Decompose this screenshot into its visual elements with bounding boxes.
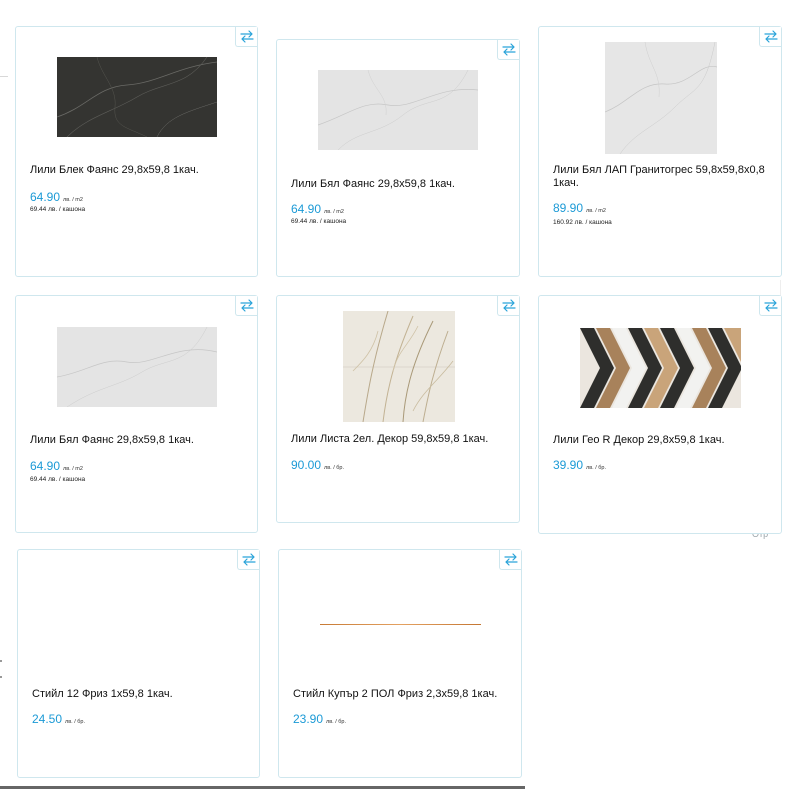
compare-arrows-icon xyxy=(501,43,516,56)
compare-arrows-icon xyxy=(239,30,254,43)
product-price: 64.90 лв. / m2 xyxy=(291,202,344,216)
product-title[interactable]: Стийл Купър 2 ПОЛ Фриз 2,3x59,8 1кач. xyxy=(293,688,509,701)
product-image[interactable] xyxy=(57,327,217,407)
product-price: 64.90 лв. / m2 xyxy=(30,190,83,204)
product-card[interactable]: Лили Бял ЛАП Гранитогрес 59,8x59,8x0,8 1… xyxy=(538,26,782,277)
box-price: 69.44 лв. / кашона xyxy=(30,476,86,483)
product-title[interactable]: Лили Бял Фаянс 29,8x59,8 1кач. xyxy=(291,178,507,191)
compare-button[interactable] xyxy=(499,550,521,570)
product-title[interactable]: Лили Блек Фаянс 29,8x59,8 1кач. xyxy=(30,164,245,177)
compare-button[interactable] xyxy=(497,40,519,60)
box-price: 69.44 лв. / кашона xyxy=(291,218,347,225)
compare-button[interactable] xyxy=(497,296,519,316)
compare-button[interactable] xyxy=(759,296,781,316)
product-card[interactable]: Стийл Купър 2 ПОЛ Фриз 2,3x59,8 1кач. 23… xyxy=(278,549,522,778)
product-title[interactable]: Лили Гео R Декор 29,8x59,8 1кач. xyxy=(553,434,769,447)
price-value: 90.00 xyxy=(291,458,322,472)
compare-arrows-icon xyxy=(503,553,518,566)
product-image[interactable] xyxy=(57,57,217,137)
product-price: 39.90 лв. / бр. xyxy=(553,458,606,472)
price-unit: лв. / m2 xyxy=(586,208,606,214)
product-price: 90.00 лв. / бр. xyxy=(291,458,344,472)
edge-dot xyxy=(0,660,2,662)
product-image[interactable] xyxy=(580,328,741,408)
edge-divider xyxy=(0,76,8,77)
compare-button[interactable] xyxy=(235,27,257,47)
price-value: 39.90 xyxy=(553,458,584,472)
price-value: 64.90 xyxy=(291,202,322,216)
product-card[interactable]: Лили Гео R Декор 29,8x59,8 1кач. 39.90 лв… xyxy=(538,295,782,534)
compare-arrows-icon xyxy=(241,553,256,566)
compare-arrows-icon xyxy=(501,299,516,312)
price-value: 23.90 xyxy=(293,712,324,726)
price-value: 64.90 xyxy=(30,190,61,204)
product-image[interactable] xyxy=(59,620,219,623)
compare-arrows-icon xyxy=(763,299,778,312)
product-card[interactable]: Лили Бял Фаянс 29,8x59,8 1кач. 64.90 лв. … xyxy=(276,39,520,277)
product-card[interactable]: Лили Блек Фаянс 29,8x59,8 1кач. 64.90 лв.… xyxy=(15,26,258,277)
compare-arrows-icon xyxy=(763,30,778,43)
product-title[interactable]: Лили Бял ЛАП Гранитогрес 59,8x59,8x0,8 1… xyxy=(553,164,769,190)
price-unit: лв. / m2 xyxy=(63,466,83,472)
product-image[interactable] xyxy=(605,42,717,154)
product-card[interactable]: Стийл 12 Фриз 1x59,8 1кач. 24.50 лв. / бр… xyxy=(17,549,260,778)
product-image[interactable] xyxy=(318,70,478,150)
product-price: 89.90 лв. / m2 xyxy=(553,201,606,215)
bottom-divider xyxy=(0,786,525,789)
product-title[interactable]: Лили Бял Фаянс 29,8x59,8 1кач. xyxy=(30,434,245,447)
price-value: 24.50 xyxy=(32,712,63,726)
compare-arrows-icon xyxy=(239,299,254,312)
box-price: 69.44 лв. / кашона xyxy=(30,206,86,213)
price-unit: лв. / бр. xyxy=(324,465,345,471)
product-price: 24.50 лв. / бр. xyxy=(32,712,85,726)
compare-button[interactable] xyxy=(759,27,781,47)
compare-button[interactable] xyxy=(235,296,257,316)
product-card[interactable]: Лили Листа 2ел. Декор 59,8x59,8 1кач. 90… xyxy=(276,295,520,523)
product-image[interactable] xyxy=(320,618,481,625)
box-price: 160.92 лв. / кашона xyxy=(553,219,612,226)
product-card[interactable]: Лили Бял Фаянс 29,8x59,8 1кач. 64.90 лв. … xyxy=(15,295,258,533)
price-value: 64.90 xyxy=(30,459,61,473)
price-unit: лв. / бр. xyxy=(586,465,607,471)
compare-button[interactable] xyxy=(237,550,259,570)
product-price: 64.90 лв. / m2 xyxy=(30,459,83,473)
price-unit: лв. / бр. xyxy=(326,719,347,725)
price-unit: лв. / бр. xyxy=(65,719,86,725)
product-title[interactable]: Стийл 12 Фриз 1x59,8 1кач. xyxy=(32,688,247,701)
price-unit: лв. / m2 xyxy=(324,209,344,215)
product-title[interactable]: Лили Листа 2ел. Декор 59,8x59,8 1кач. xyxy=(291,433,507,446)
edge-dot xyxy=(0,676,2,678)
price-unit: лв. / m2 xyxy=(63,197,83,203)
product-image[interactable] xyxy=(343,311,455,422)
product-price: 23.90 лв. / бр. xyxy=(293,712,346,726)
price-value: 89.90 xyxy=(553,201,584,215)
